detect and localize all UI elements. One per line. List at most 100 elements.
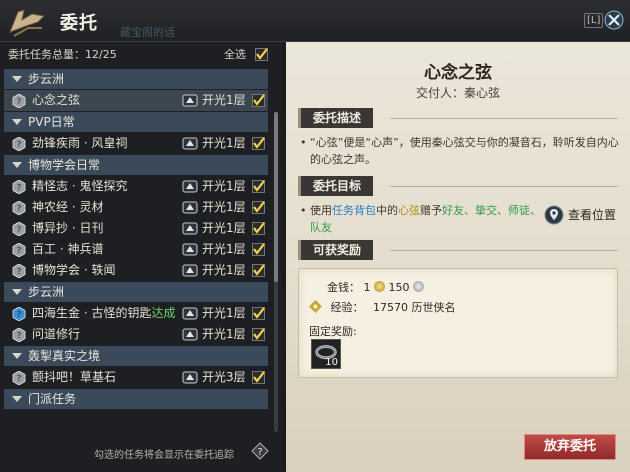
gold-amount: 1 <box>363 281 371 294</box>
description-header: 委托描述 <box>298 108 618 128</box>
task-giver: 交付人：秦心弦 <box>415 86 500 100</box>
title-bar: 委托 藏宝阁的话 [L] <box>0 0 630 42</box>
category-header[interactable]: PVP日常 <box>4 112 268 132</box>
task-row[interactable]: ? 神农经 · 灵材 开光1层 <box>4 197 268 218</box>
hand-logo-icon <box>9 9 46 37</box>
window-title: 委托 <box>60 13 98 34</box>
select-all-checkbox[interactable] <box>255 48 268 61</box>
task-name-text: 精怪志 · 鬼怪探究 <box>32 179 128 193</box>
svg-text:?: ? <box>257 447 262 458</box>
svg-text:?: ? <box>17 246 21 255</box>
quest-type-icon: ? <box>12 180 26 194</box>
collapse-triangle-icon <box>12 119 22 125</box>
realm-level-icon <box>182 328 198 341</box>
quest-type-icon: ? <box>12 222 26 236</box>
task-row[interactable]: ? 百工 · 神兵谱 开光1层 <box>4 239 268 260</box>
track-checkbox[interactable] <box>252 328 265 341</box>
task-row[interactable]: ? 问道修行 开光1层 <box>4 324 268 345</box>
task-name: 颤抖吧！草基石 <box>32 367 116 388</box>
exp-reward: 经验： 17570 历世侠名 <box>309 299 456 315</box>
goal-text-part: 中的 <box>376 204 398 217</box>
svg-text:?: ? <box>17 183 21 192</box>
goal-header: 委托目标 <box>298 176 618 196</box>
location-pin-icon <box>544 205 564 225</box>
exp-value: 17570 历世侠名 <box>373 301 456 314</box>
task-name-text: 四海生金 · 古怪的钥匙 <box>32 306 152 320</box>
svg-text:?: ? <box>17 204 21 213</box>
money-label: 金钱： <box>327 281 360 294</box>
category-label: 轰掣真实之境 <box>28 349 101 363</box>
track-checkbox[interactable] <box>252 243 265 256</box>
realm-level-icon <box>182 94 198 107</box>
task-row[interactable]: ? 颤抖吧！草基石 开光3层 <box>4 367 268 388</box>
money-reward: 金钱： 1 150 <box>327 279 424 295</box>
task-row[interactable]: ? 博异抄 · 日刊 开光1层 <box>4 218 268 239</box>
scrollbar-thumb[interactable] <box>274 112 278 282</box>
reward-item-slot[interactable]: 10 <box>311 339 341 369</box>
description-text: “心弦”便是“心声”，使用秦心弦交与你的凝音石，聆听发自内心的心弦之声。 <box>310 136 619 166</box>
track-checkbox[interactable] <box>252 222 265 235</box>
select-all-label: 全选 <box>224 48 246 61</box>
track-checkbox[interactable] <box>252 94 265 107</box>
view-position-button[interactable]: 查看位置 <box>544 205 616 225</box>
task-row[interactable]: ? 劲锋疾雨 · 风皇祠 开光1层 <box>4 133 268 154</box>
watermark-text: 藏宝阁的话 <box>120 26 175 39</box>
task-name-text: 神农经 · 灵材 <box>32 200 104 214</box>
close-icon[interactable] <box>604 10 624 30</box>
quest-type-icon: ? <box>12 201 26 215</box>
realm-level-icon <box>182 222 198 235</box>
category-header[interactable]: 步云洲 <box>4 69 268 89</box>
category-label: 步云洲 <box>28 285 65 299</box>
track-checkbox[interactable] <box>252 201 265 214</box>
category-header[interactable]: 博物学会日常 <box>4 155 268 175</box>
task-name-text: 百工 · 神兵谱 <box>32 242 104 256</box>
task-row[interactable]: ? 四海生金 · 古怪的钥匙达成 开光1层 <box>4 303 268 324</box>
task-level: 开光1层 <box>202 306 246 320</box>
track-checkbox[interactable] <box>252 180 265 193</box>
category-label: 博物学会日常 <box>28 158 101 172</box>
task-list-panel: 委托任务总量：12/25 全选 步云洲? 心念之弦 开光1层 PVP日常? 劲锋疾雨 ·… <box>0 42 282 472</box>
quest-type-icon: ? <box>12 371 26 385</box>
track-checkbox[interactable] <box>252 264 265 277</box>
realm-level-icon <box>182 307 198 320</box>
abandon-task-button[interactable]: 放弃委托 <box>524 434 616 460</box>
task-summary: 委托任务总量：12/25 全选 <box>8 46 270 64</box>
task-name: 博异抄 · 日刊 <box>32 218 103 239</box>
task-count-label: 委托任务总量：12/25 <box>8 48 117 61</box>
task-name-text: 颤抖吧！草基石 <box>32 370 117 384</box>
task-level: 开光3层 <box>202 370 246 384</box>
collapse-triangle-icon <box>12 76 22 82</box>
task-row[interactable]: ? 心念之弦 开光1层 <box>4 90 268 111</box>
task-title: 心念之弦 <box>424 63 492 83</box>
description-header-label: 委托描述 <box>298 108 374 128</box>
task-row[interactable]: ? 博物学会 · 轶闻 开光1层 <box>4 260 268 281</box>
tracking-note: 勾选的任务将会显示在委托追踪 <box>94 450 234 461</box>
task-name: 博物学会 · 轶闻 <box>32 260 115 281</box>
task-level: 开光1层 <box>202 93 246 107</box>
collapse-triangle-icon <box>12 353 22 359</box>
task-row[interactable]: ? 精怪志 · 鬼怪探究 开光1层 <box>4 176 268 197</box>
category-header[interactable]: 轰掣真实之境 <box>4 346 268 366</box>
task-description: • “心弦”便是“心声”，使用秦心弦交与你的凝音石，聆听发自内心的心弦之声。 <box>300 136 619 166</box>
svg-text:?: ? <box>17 331 21 340</box>
task-level: 开光1层 <box>202 327 246 341</box>
help-icon[interactable]: ? <box>251 442 269 460</box>
collapse-triangle-icon <box>12 289 22 295</box>
collapse-triangle-icon <box>12 162 22 168</box>
quest-type-icon: ? <box>12 307 26 321</box>
task-name-text: 劲锋疾雨 · 风皇祠 <box>32 136 128 150</box>
category-label: PVP日常 <box>28 115 75 129</box>
track-checkbox[interactable] <box>252 137 265 150</box>
category-header[interactable]: 门派任务 <box>4 389 268 409</box>
goal-text-part: 使用 <box>310 204 332 217</box>
svg-text:?: ? <box>17 310 21 319</box>
task-bag-link[interactable]: 任务背包 <box>332 204 376 217</box>
category-header[interactable]: 步云洲 <box>4 282 268 302</box>
task-name-text: 博异抄 · 日刊 <box>32 221 104 235</box>
track-checkbox[interactable] <box>252 371 265 384</box>
svg-text:?: ? <box>17 225 21 234</box>
task-name: 劲锋疾雨 · 风皇祠 <box>32 133 127 154</box>
item-name: 心弦 <box>398 204 420 217</box>
scrollbar[interactable] <box>274 112 278 432</box>
track-checkbox[interactable] <box>252 307 265 320</box>
